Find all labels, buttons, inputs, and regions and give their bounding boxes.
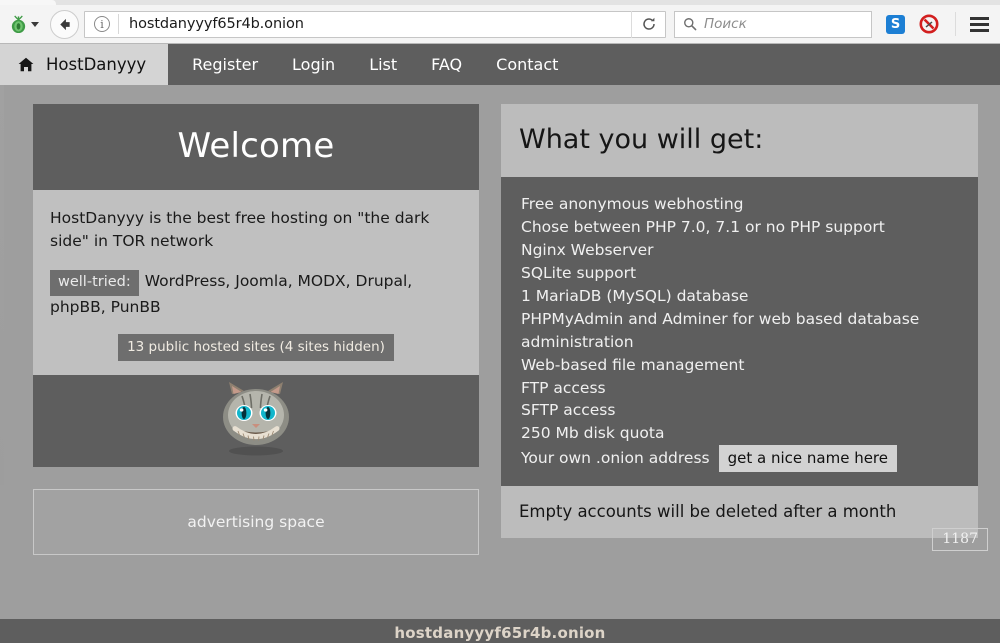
welcome-panel: Welcome HostDanyyy is the best free host… — [33, 104, 479, 555]
page-content: Welcome HostDanyyy is the best free host… — [0, 85, 1000, 643]
advertising-space[interactable]: advertising space — [33, 489, 479, 555]
tor-onion-icon — [9, 15, 28, 34]
list-item: SQLite support — [521, 262, 978, 285]
list-item: Chose between PHP 7.0, 7.1 or no PHP sup… — [521, 216, 978, 239]
site-footer: hostdanyyyf65r4b.onion — [0, 619, 1000, 643]
list-item: SFTP access — [521, 399, 978, 422]
home-icon — [18, 57, 34, 72]
reload-button[interactable] — [631, 11, 665, 38]
nav-links: Register Login List FAQ Contact — [168, 44, 575, 85]
extension-icons: S — [886, 14, 939, 34]
nav-brand-hostdanyyy[interactable]: HostDanyyy — [0, 44, 168, 85]
features-body: Free anonymous webhosting Chose between … — [501, 177, 978, 486]
hosted-sites-row: 13 public hosted sites (4 sites hidden) — [50, 334, 462, 361]
features-list: Free anonymous webhosting Chose between … — [521, 193, 978, 472]
page-edge-artifact — [0, 85, 4, 485]
back-button[interactable] — [50, 10, 79, 39]
browser-menu-button[interactable] — [955, 12, 989, 36]
welcome-body: HostDanyyy is the best free hosting on "… — [33, 190, 479, 375]
search-bar[interactable]: Поиск — [674, 11, 872, 38]
list-item: FTP access — [521, 377, 978, 400]
hamburger-line — [970, 23, 989, 26]
welcome-intro-text: HostDanyyy is the best free hosting on "… — [50, 207, 462, 254]
hosted-sites-badge[interactable]: 13 public hosted sites (4 sites hidden) — [118, 334, 394, 361]
site-navbar: HostDanyyy Register Login List FAQ Conta… — [0, 44, 1000, 85]
well-tried-badge: well-tried: — [50, 270, 139, 297]
url-text: hostdanyyyf65r4b.onion — [129, 16, 304, 32]
left-column: Welcome HostDanyyy is the best free host… — [33, 104, 479, 555]
features-footer-note: Empty accounts will be deleted after a m… — [501, 486, 978, 538]
hamburger-line — [970, 17, 989, 20]
right-column: What you will get: Free anonymous webhos… — [501, 104, 978, 555]
site-info-icon[interactable]: i — [94, 16, 110, 32]
nav-item-login[interactable]: Login — [275, 44, 352, 85]
browser-chrome: i hostdanyyyf65r4b.onion Поиск S — [0, 0, 1000, 44]
reload-icon — [641, 16, 657, 32]
cheshire-cat-container — [33, 375, 479, 467]
content-columns: Welcome HostDanyyy is the best free host… — [0, 104, 1000, 555]
list-item: Nginx Webserver — [521, 239, 978, 262]
features-heading: What you will get: — [501, 104, 978, 177]
tab-strip[interactable] — [0, 0, 1000, 5]
hit-counter-badge: 1187 — [932, 528, 988, 551]
nav-brand-label: HostDanyyy — [46, 55, 146, 74]
list-item: Web-based file management — [521, 354, 978, 377]
tor-onion-menu-button[interactable] — [7, 13, 43, 36]
nav-item-contact[interactable]: Contact — [479, 44, 575, 85]
list-item: PHPMyAdmin and Adminer for web based dat… — [521, 308, 978, 354]
chevron-down-icon — [31, 22, 39, 27]
list-item-onion-address: Your own .onion address get a nice name … — [521, 445, 978, 472]
list-item: Free anonymous webhosting — [521, 193, 978, 216]
search-icon — [683, 17, 697, 31]
back-arrow-icon — [57, 17, 72, 32]
list-item: 1 MariaDB (MySQL) database — [521, 285, 978, 308]
nav-item-list[interactable]: List — [352, 44, 414, 85]
onion-address-label: Your own .onion address — [521, 447, 710, 470]
skype-extension-icon[interactable]: S — [886, 15, 905, 34]
browser-toolbar: i hostdanyyyf65r4b.onion Поиск S — [0, 5, 1000, 43]
welcome-heading: Welcome — [33, 104, 479, 190]
noscript-extension-icon[interactable] — [919, 14, 939, 34]
hamburger-line — [970, 29, 989, 32]
nav-item-faq[interactable]: FAQ — [414, 44, 479, 85]
features-panel: What you will get: Free anonymous webhos… — [501, 104, 978, 538]
get-nice-name-button[interactable]: get a nice name here — [719, 445, 897, 472]
nav-item-register[interactable]: Register — [168, 44, 275, 85]
url-divider — [118, 14, 119, 34]
search-input[interactable]: Поиск — [704, 16, 747, 32]
url-bar[interactable]: i hostdanyyyf65r4b.onion — [84, 11, 666, 38]
well-tried-row: well-tried:WordPress, Joomla, MODX, Drup… — [50, 270, 462, 320]
cheshire-cat-image — [204, 380, 308, 458]
list-item: 250 Mb disk quota — [521, 422, 978, 445]
footer-onion-address: hostdanyyyf65r4b.onion — [394, 624, 605, 642]
